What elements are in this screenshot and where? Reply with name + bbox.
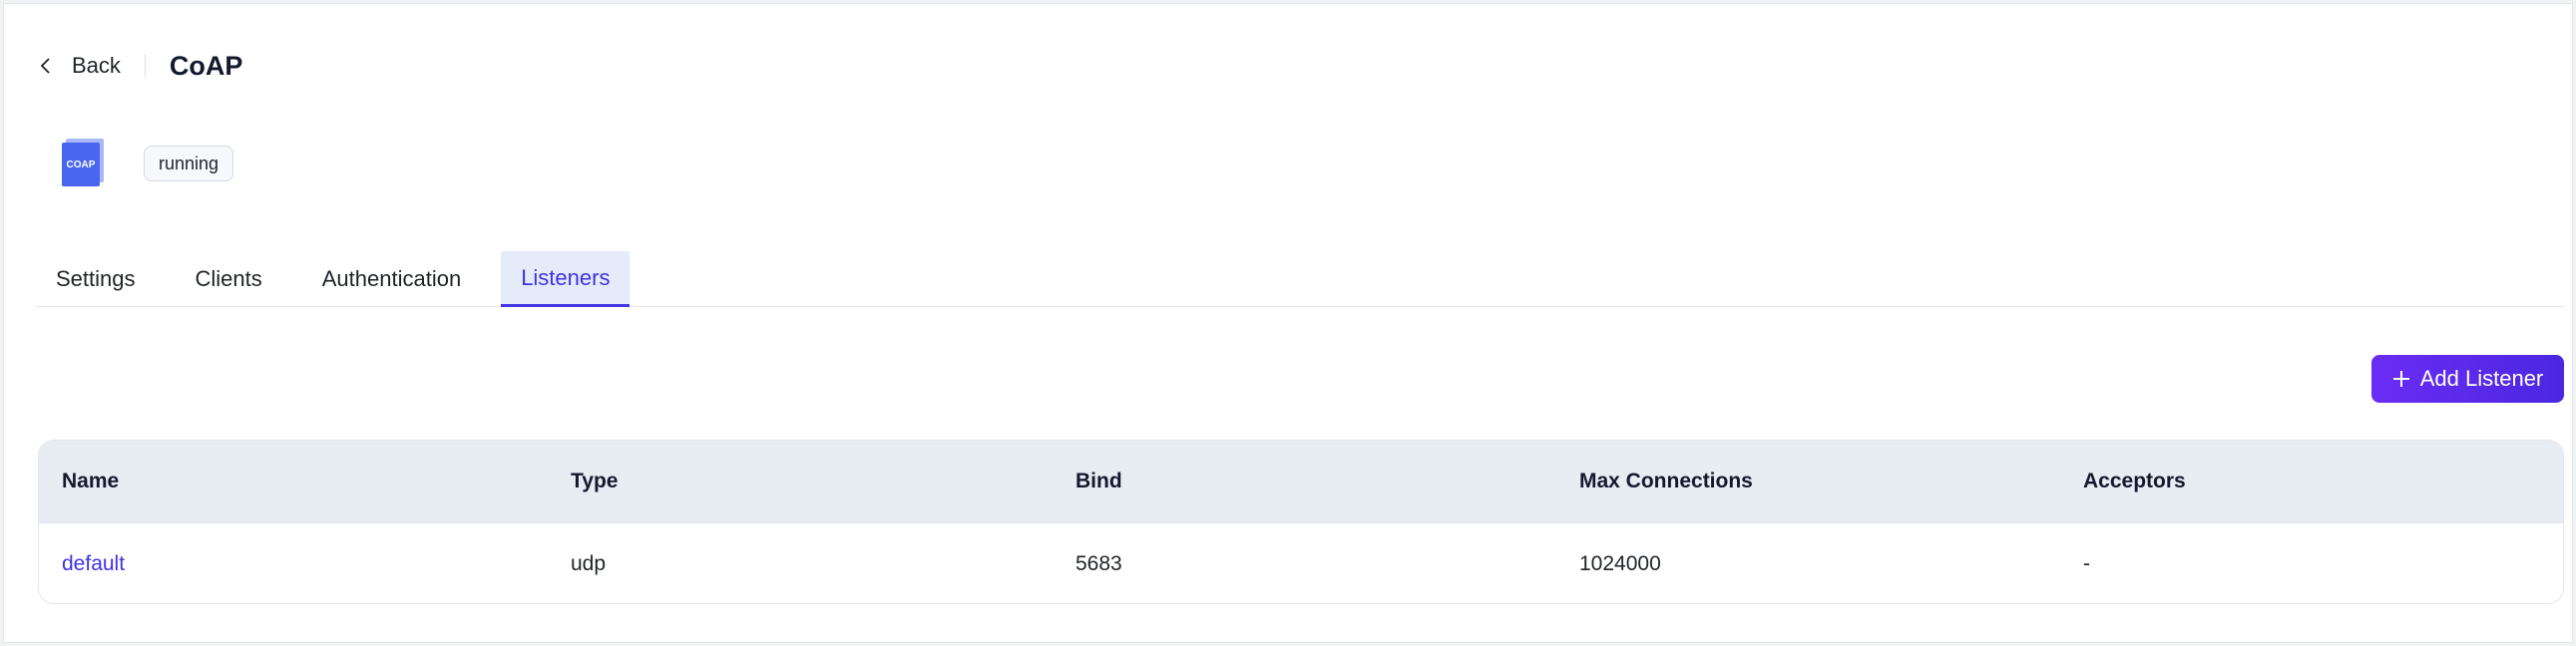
chevron-left-icon (40, 58, 50, 74)
tab-listeners[interactable]: Listeners (501, 251, 631, 307)
column-header-name[interactable]: Name (39, 470, 548, 493)
tab-clients[interactable]: Clients (176, 251, 282, 307)
column-header-max-connections[interactable]: Max Connections (1556, 470, 2060, 493)
gateway-info: COAP running (60, 139, 234, 188)
column-header-bind[interactable]: Bind (1053, 470, 1556, 493)
plus-icon (2392, 371, 2409, 387)
back-button[interactable]: Back (36, 53, 121, 79)
page-frame: Back CoAP COAP running Settings Clients … (3, 3, 2573, 643)
tab-authentication[interactable]: Authentication (302, 251, 481, 307)
coap-logo-icon: COAP (60, 139, 106, 188)
table-header: Name Type Bind Max Connections Acceptors (39, 441, 2563, 523)
add-listener-button[interactable]: Add Listener (2371, 355, 2564, 403)
listener-name-link[interactable]: default (62, 552, 125, 575)
listener-name-cell: default (39, 552, 548, 576)
tab-bar: Settings Clients Authentication Listener… (36, 251, 2564, 307)
page-header: Back CoAP (36, 48, 242, 84)
listener-acceptors-cell: - (2083, 551, 2090, 575)
add-listener-label: Add Listener (2419, 366, 2544, 391)
logo-text: COAP (62, 143, 100, 186)
header-divider (144, 55, 146, 77)
back-label: Back (72, 53, 121, 78)
column-header-type[interactable]: Type (548, 470, 1053, 493)
listener-type-cell: udp (571, 551, 607, 575)
listeners-table: Name Type Bind Max Connections Acceptors… (38, 440, 2564, 604)
listener-max-connections-cell: 1024000 (1579, 551, 1661, 575)
table-row: default udp 5683 1024000 - (39, 523, 2563, 603)
page-title: CoAP (169, 50, 243, 81)
status-badge: running (144, 146, 234, 181)
column-header-acceptors[interactable]: Acceptors (2060, 470, 2559, 493)
tab-settings[interactable]: Settings (36, 251, 156, 307)
listener-bind-cell: 5683 (1075, 551, 1122, 575)
